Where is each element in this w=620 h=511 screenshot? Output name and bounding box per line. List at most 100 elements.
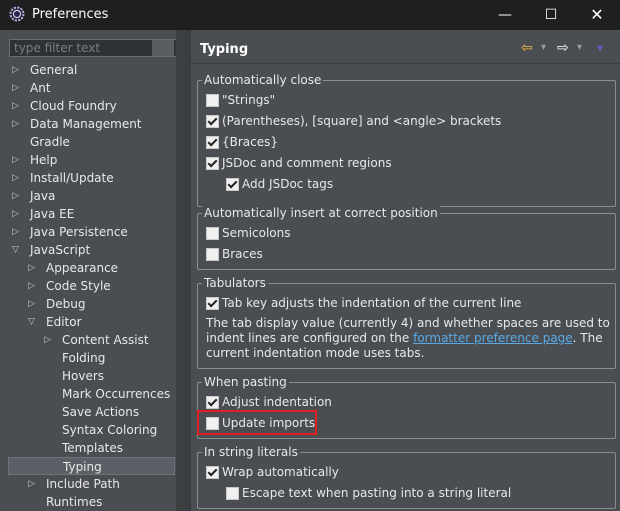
- checkbox-box[interactable]: [206, 466, 219, 479]
- expand-arrow-icon[interactable]: ▷: [12, 115, 22, 133]
- tree-item-label: Java EE: [30, 207, 75, 221]
- expand-arrow-icon[interactable]: ▷: [12, 187, 22, 205]
- checkbox-label: (Parentheses), [square] and <angle> brac…: [222, 114, 502, 128]
- expand-arrow-icon[interactable]: ▷: [12, 97, 22, 115]
- tree-item-java-persistence[interactable]: ▷ Java Persistence: [0, 223, 176, 241]
- preference-tree-pane: ▷ General ▷ Ant ▷ Cloud Foundry ▷ Data Manageme…: [0, 30, 186, 511]
- tree-item-code-style[interactable]: ▷ Code Style: [0, 277, 176, 295]
- tree-item-gradle[interactable]: Gradle: [0, 133, 176, 151]
- checkbox-label: JSDoc and comment regions: [222, 156, 392, 170]
- checkbox-label: Adjust indentation: [222, 395, 332, 409]
- tree-item-install-update[interactable]: ▷ Install/Update: [0, 169, 176, 187]
- tree-item-debug[interactable]: ▷ Debug: [0, 295, 176, 313]
- tree-item-label: Runtimes: [46, 495, 103, 509]
- collapse-arrow-icon[interactable]: ▽: [12, 241, 22, 259]
- eclipse-gear-icon: [9, 6, 25, 22]
- forward-arrow-icon[interactable]: ⇨: [557, 40, 569, 56]
- tree-item-label: Typing: [63, 460, 102, 474]
- tree-item-ant[interactable]: ▷ Ant: [0, 79, 176, 97]
- expand-arrow-icon[interactable]: ▷: [28, 295, 38, 313]
- checkbox-label: Add JSDoc tags: [242, 177, 334, 191]
- tree-item-label: JavaScript: [30, 243, 91, 257]
- tree-item-label: Java Persistence: [30, 225, 128, 239]
- tree-scrollbar[interactable]: [176, 30, 186, 511]
- update-imports-highlight: [197, 410, 317, 435]
- tree-item-editor[interactable]: ▽ Editor: [0, 313, 176, 331]
- minimize-button[interactable]: —: [482, 0, 528, 30]
- checkbox-box[interactable]: [206, 115, 219, 128]
- checkbox-box[interactable]: [206, 248, 219, 261]
- expand-arrow-icon[interactable]: ▷: [28, 475, 38, 493]
- tree-item-label: Mark Occurrences: [62, 387, 171, 401]
- checkbox-label: Wrap automatically: [222, 465, 339, 479]
- tree-item-label: Help: [30, 153, 58, 167]
- expand-arrow-icon[interactable]: ▷: [28, 277, 38, 295]
- checkbox-box[interactable]: [226, 487, 239, 500]
- tree-item-label: Save Actions: [62, 405, 140, 419]
- back-dropdown-icon[interactable]: ▾: [541, 40, 546, 56]
- tree-item-mark-occurrences[interactable]: Mark Occurrences: [0, 385, 176, 403]
- tree-item-typing[interactable]: Typing: [8, 457, 175, 475]
- expand-arrow-icon[interactable]: ▷: [28, 259, 38, 277]
- expand-arrow-icon[interactable]: ▷: [12, 61, 22, 79]
- checkbox-box[interactable]: [206, 227, 219, 240]
- tab-info-text: The tab display value (currently 4) and …: [206, 316, 611, 361]
- close-button[interactable]: ✕: [574, 0, 620, 30]
- clear-filter-button[interactable]: [152, 40, 174, 56]
- checkbox-label: Escape text when pasting into a string l…: [242, 486, 512, 500]
- checkbox-box[interactable]: [206, 297, 219, 310]
- tree-item-label: Ant: [30, 81, 51, 95]
- checkbox-box[interactable]: [206, 136, 219, 149]
- tree-item-runtimes[interactable]: Runtimes: [0, 493, 176, 511]
- tree-item-data-management[interactable]: ▷ Data Management: [0, 115, 176, 133]
- tree-item-help[interactable]: ▷ Help: [0, 151, 176, 169]
- expand-arrow-icon[interactable]: ▷: [44, 331, 54, 349]
- tree-item-syntax-coloring[interactable]: Syntax Coloring: [0, 421, 176, 439]
- expand-arrow-icon[interactable]: ▷: [12, 223, 22, 241]
- maximize-button[interactable]: ☐: [528, 0, 574, 30]
- expand-arrow-icon[interactable]: ▷: [12, 151, 22, 169]
- forward-dropdown-icon[interactable]: ▾: [577, 40, 582, 56]
- view-menu-icon[interactable]: ▾: [597, 40, 603, 56]
- tree-item-appearance[interactable]: ▷ Appearance: [0, 259, 176, 277]
- formatter-preference-link[interactable]: formatter preference page: [413, 331, 573, 345]
- tree-item-javascript[interactable]: ▽ JavaScript: [0, 241, 176, 259]
- group-legend: When pasting: [202, 374, 289, 390]
- group-legend: In string literals: [202, 444, 300, 460]
- checkbox-box[interactable]: [226, 178, 239, 191]
- group-automatically-insert: Automatically insert at correct position…: [197, 205, 616, 270]
- tree-item-label: General: [30, 63, 78, 77]
- tree-item-label: Content Assist: [62, 333, 149, 347]
- tree-item-label: Data Management: [30, 117, 142, 131]
- tree-item-include-path[interactable]: ▷ Include Path: [0, 475, 176, 493]
- tree-item-label: Editor: [46, 315, 82, 329]
- expand-arrow-icon[interactable]: ▷: [12, 79, 22, 97]
- tree-item-save-actions[interactable]: Save Actions: [0, 403, 176, 421]
- tree-item-java-ee[interactable]: ▷ Java EE: [0, 205, 176, 223]
- back-arrow-icon[interactable]: ⇦: [521, 40, 533, 56]
- tree-item-label: Debug: [46, 297, 86, 311]
- tree-item-cloud-foundry[interactable]: ▷ Cloud Foundry: [0, 97, 176, 115]
- expand-arrow-icon[interactable]: ▷: [12, 205, 22, 223]
- tree-item-templates[interactable]: Templates: [0, 439, 176, 457]
- tree-item-label: Gradle: [30, 135, 70, 149]
- checkbox-box[interactable]: [206, 157, 219, 170]
- tree-item-java[interactable]: ▷ Java: [0, 187, 176, 205]
- expand-arrow-icon[interactable]: ▷: [12, 169, 22, 187]
- tree-item-label: Appearance: [46, 261, 119, 275]
- checkbox-label: Semicolons: [222, 226, 291, 240]
- group-legend: Automatically insert at correct position: [202, 205, 440, 221]
- tree-item-label: Syntax Coloring: [62, 423, 158, 437]
- tree-item-content-assist[interactable]: ▷ Content Assist: [0, 331, 176, 349]
- tree-item-general[interactable]: ▷ General: [0, 61, 176, 79]
- checkbox-label: Tab key adjusts the indentation of the c…: [222, 296, 522, 310]
- tree-item-folding[interactable]: Folding: [0, 349, 176, 367]
- checkbox-box[interactable]: [206, 396, 219, 409]
- tree-item-label: Cloud Foundry: [30, 99, 117, 113]
- tree-item-hovers[interactable]: Hovers: [0, 367, 176, 385]
- collapse-arrow-icon[interactable]: ▽: [28, 313, 38, 331]
- title-separator: [191, 63, 620, 64]
- checkbox-box[interactable]: [206, 94, 219, 107]
- tree-item-label: Code Style: [46, 279, 111, 293]
- group-legend: Tabulators: [202, 275, 268, 291]
